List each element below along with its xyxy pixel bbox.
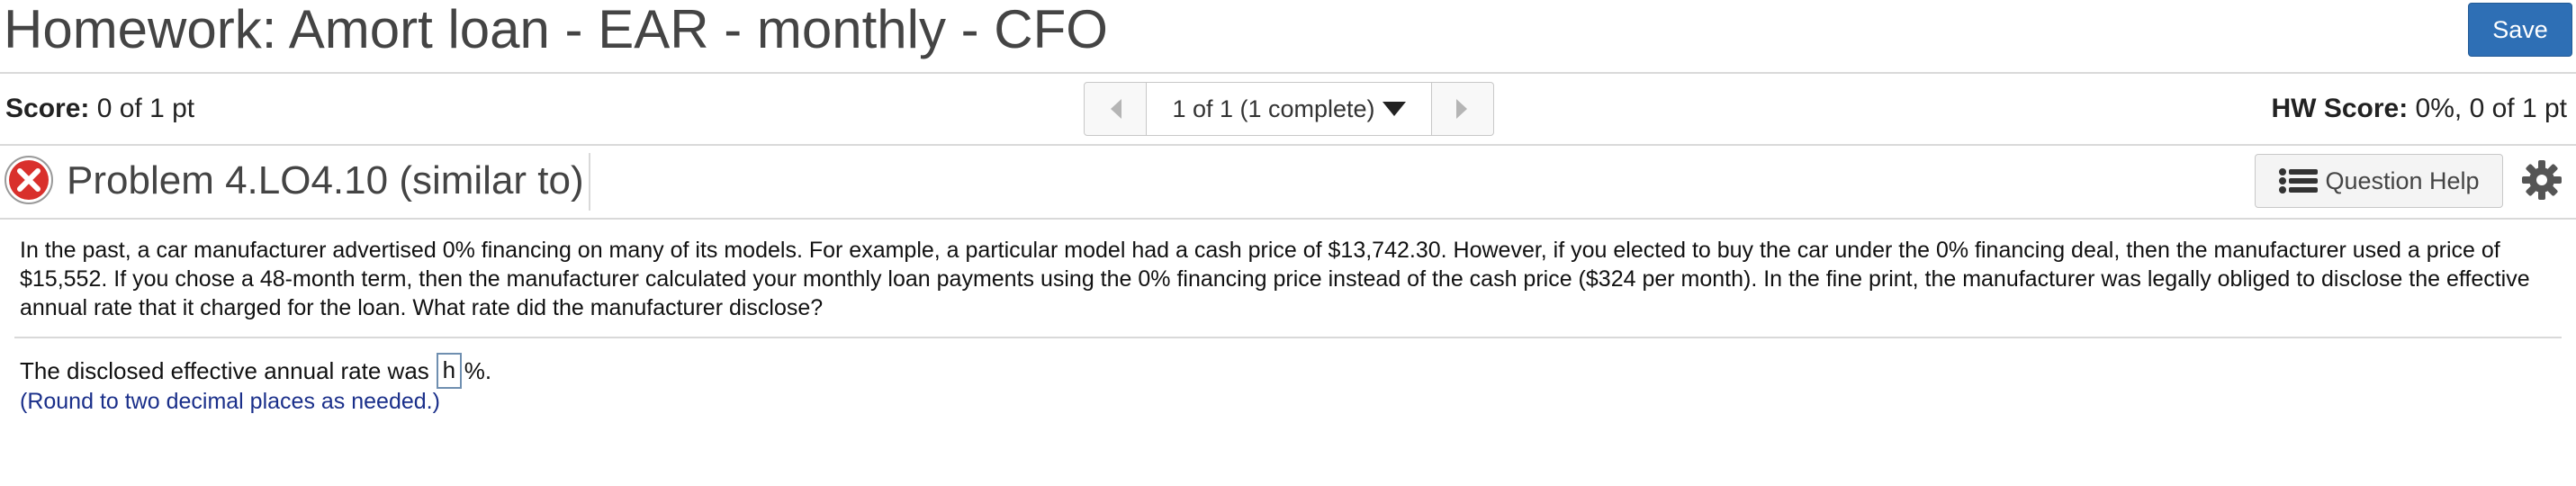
x-circle-icon — [5, 156, 53, 204]
question-help-label: Question Help — [2325, 166, 2480, 194]
divider — [14, 337, 2562, 338]
score-bar: Score: 0 of 1 pt 1 of 1 (1 complete) HW … — [0, 74, 2576, 146]
score-label: Score: — [5, 94, 90, 123]
rounding-hint: (Round to two decimal places as needed.) — [20, 389, 440, 414]
score-value: 0 of 1 pt — [96, 94, 195, 123]
answer-input[interactable]: h — [436, 353, 462, 389]
answer-prefix: The disclosed effective annual rate was — [20, 356, 429, 384]
title-bar: Homework: Amort loan - EAR - monthly - C… — [0, 0, 2576, 74]
save-button[interactable]: Save — [2468, 3, 2572, 57]
page-title: Homework: Amort loan - EAR - monthly - C… — [4, 0, 1108, 59]
list-icon — [2279, 168, 2319, 194]
problem-title: Problem 4.LO4.10 (similar to) — [67, 158, 584, 202]
answer-suffix: %. — [464, 356, 492, 384]
problem-bar: Problem 4.LO4.10 (similar to) Question H… — [0, 146, 2576, 220]
gear-icon[interactable] — [2520, 158, 2563, 202]
divider — [589, 153, 590, 211]
previous-question-button[interactable] — [1085, 83, 1147, 135]
chevron-right-icon — [1456, 99, 1467, 119]
hw-score-label: HW Score: — [2271, 94, 2409, 123]
question-text: In the past, a car manufacturer advertis… — [20, 238, 2530, 320]
caret-down-icon — [1382, 102, 1406, 116]
chevron-left-icon — [1111, 99, 1121, 119]
question-help-button[interactable]: Question Help — [2255, 154, 2503, 208]
question-position: 1 of 1 (1 complete) — [1172, 94, 1375, 122]
answer-line: The disclosed effective annual rate was … — [20, 353, 491, 389]
question-dropdown[interactable]: 1 of 1 (1 complete) — [1147, 83, 1431, 135]
question-navigator: 1 of 1 (1 complete) — [1084, 82, 1494, 136]
score-summary: Score: 0 of 1 pt — [5, 94, 194, 124]
hw-score-value: 0%, 0 of 1 pt — [2415, 94, 2567, 123]
next-question-button[interactable] — [1431, 83, 1493, 135]
hw-score-summary: HW Score: 0%, 0 of 1 pt — [2272, 94, 2567, 124]
